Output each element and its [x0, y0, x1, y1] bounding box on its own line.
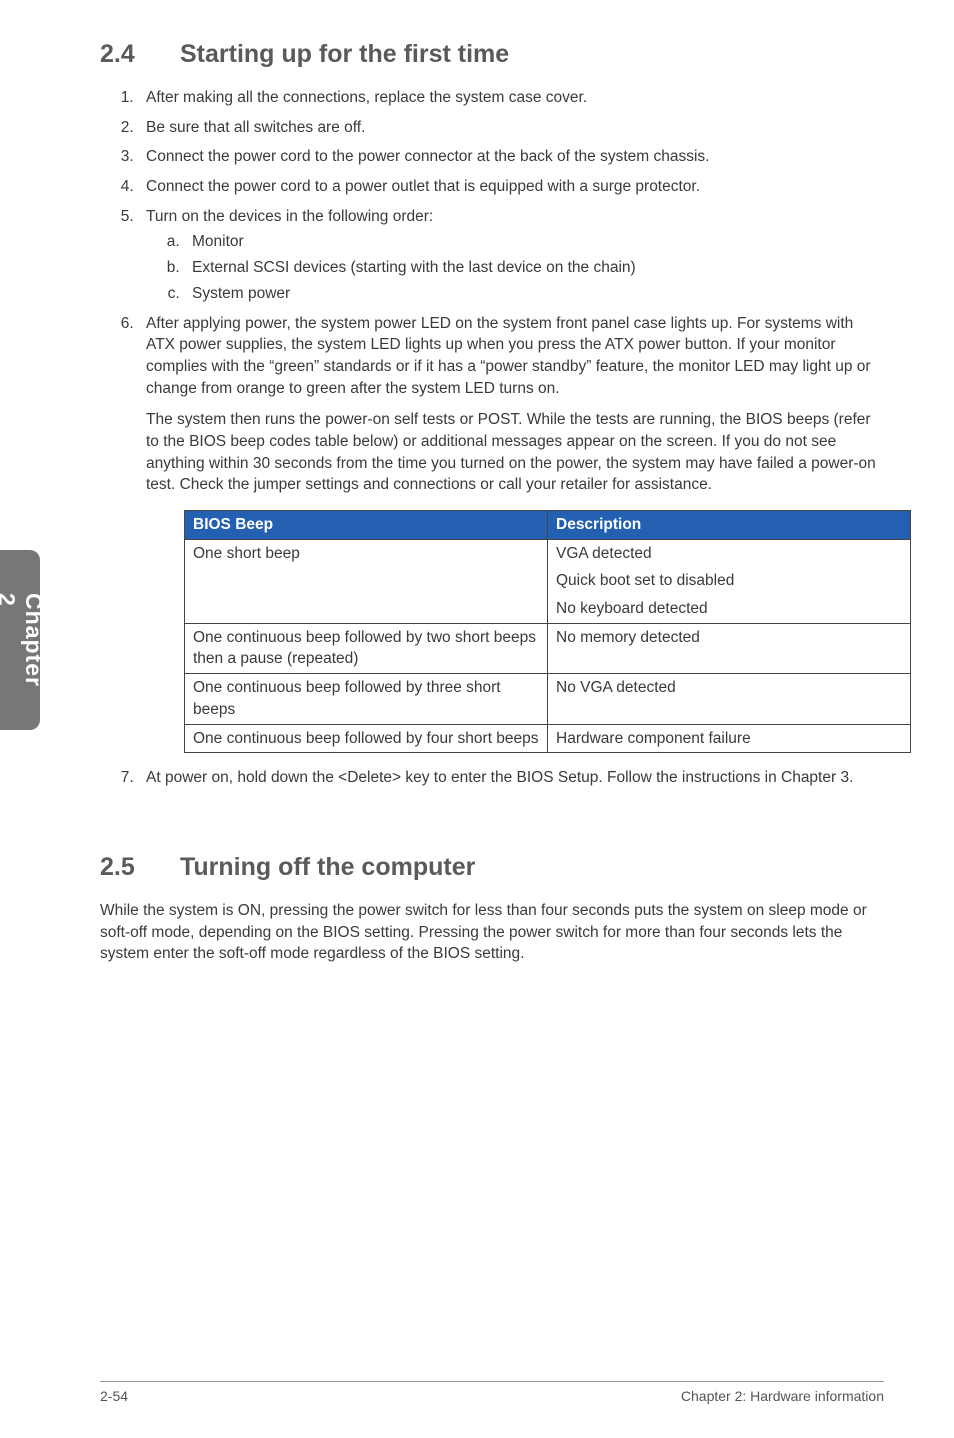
table-row: One short beep VGA detected — [185, 539, 911, 567]
cell-bios — [185, 567, 548, 595]
footer-page-number: 2-54 — [100, 1388, 128, 1404]
step-3: Connect the power cord to the power conn… — [138, 146, 884, 168]
footer-chapter-label: Chapter 2: Hardware information — [681, 1388, 884, 1404]
step-6: After applying power, the system power L… — [138, 313, 884, 754]
step-3-text: Connect the power cord to the power conn… — [146, 148, 709, 165]
step-2: Be sure that all switches are off. — [138, 117, 884, 139]
table-row: One continuous beep followed by four sho… — [185, 724, 911, 753]
cell-desc: No VGA detected — [548, 674, 911, 724]
table-row: One continuous beep followed by two shor… — [185, 623, 911, 673]
step-5-text: Turn on the devices in the following ord… — [146, 208, 433, 225]
table-row: One continuous beep followed by three sh… — [185, 674, 911, 724]
step-5b-text: External SCSI devices (starting with the… — [192, 259, 636, 276]
step-5b: External SCSI devices (starting with the… — [184, 257, 884, 279]
cell-bios: One short beep — [185, 539, 548, 567]
step-7: At power on, hold down the <Delete> key … — [138, 767, 884, 789]
cell-bios: One continuous beep followed by two shor… — [185, 623, 548, 673]
step-6-para2: The system then runs the power-on self t… — [146, 409, 884, 496]
chapter-side-tab-label: Chapter 2 — [0, 593, 47, 687]
section-2-4-steps: After making all the connections, replac… — [138, 87, 884, 789]
step-4: Connect the power cord to a power outlet… — [138, 176, 884, 198]
step-5: Turn on the devices in the following ord… — [138, 206, 884, 305]
cell-bios: One continuous beep followed by four sho… — [185, 724, 548, 753]
section-2-5-title: Turning off the computer — [180, 853, 475, 881]
step-5a-text: Monitor — [192, 233, 244, 250]
cell-desc: Hardware component failure — [548, 724, 911, 753]
page-content: 2.4Starting up for the first time After … — [0, 0, 954, 995]
cell-bios — [185, 595, 548, 623]
section-2-5-number: 2.5 — [100, 853, 180, 882]
cell-desc: Quick boot set to disabled — [548, 567, 911, 595]
table-row: No keyboard detected — [185, 595, 911, 623]
step-5c: System power — [184, 283, 884, 305]
table-row: Quick boot set to disabled — [185, 567, 911, 595]
cell-bios: One continuous beep followed by three sh… — [185, 674, 548, 724]
chapter-side-tab: Chapter 2 — [0, 550, 40, 730]
section-2-4-title: Starting up for the first time — [180, 40, 509, 68]
step-1: After making all the connections, replac… — [138, 87, 884, 109]
step-5-sublist: Monitor External SCSI devices (starting … — [184, 231, 884, 304]
th-description: Description — [548, 511, 911, 540]
step-5a: Monitor — [184, 231, 884, 253]
cell-desc: VGA detected — [548, 539, 911, 567]
table-header-row: BIOS Beep Description — [185, 511, 911, 540]
page-footer: 2-54 Chapter 2: Hardware information — [100, 1381, 884, 1404]
th-bios-beep: BIOS Beep — [185, 511, 548, 540]
cell-desc: No keyboard detected — [548, 595, 911, 623]
section-2-4-number: 2.4 — [100, 40, 180, 69]
step-1-text: After making all the connections, replac… — [146, 89, 587, 106]
step-7-text: At power on, hold down the <Delete> key … — [146, 769, 853, 786]
step-6-text: After applying power, the system power L… — [146, 315, 871, 397]
section-2-4-heading: 2.4Starting up for the first time — [100, 40, 884, 69]
step-4-text: Connect the power cord to a power outlet… — [146, 178, 700, 195]
step-5c-text: System power — [192, 285, 290, 302]
cell-desc: No memory detected — [548, 623, 911, 673]
section-2-5-body: While the system is ON, pressing the pow… — [100, 900, 884, 965]
step-2-text: Be sure that all switches are off. — [146, 119, 365, 136]
bios-beep-table: BIOS Beep Description One short beep VGA… — [184, 510, 911, 753]
section-2-5-heading: 2.5Turning off the computer — [100, 853, 884, 882]
